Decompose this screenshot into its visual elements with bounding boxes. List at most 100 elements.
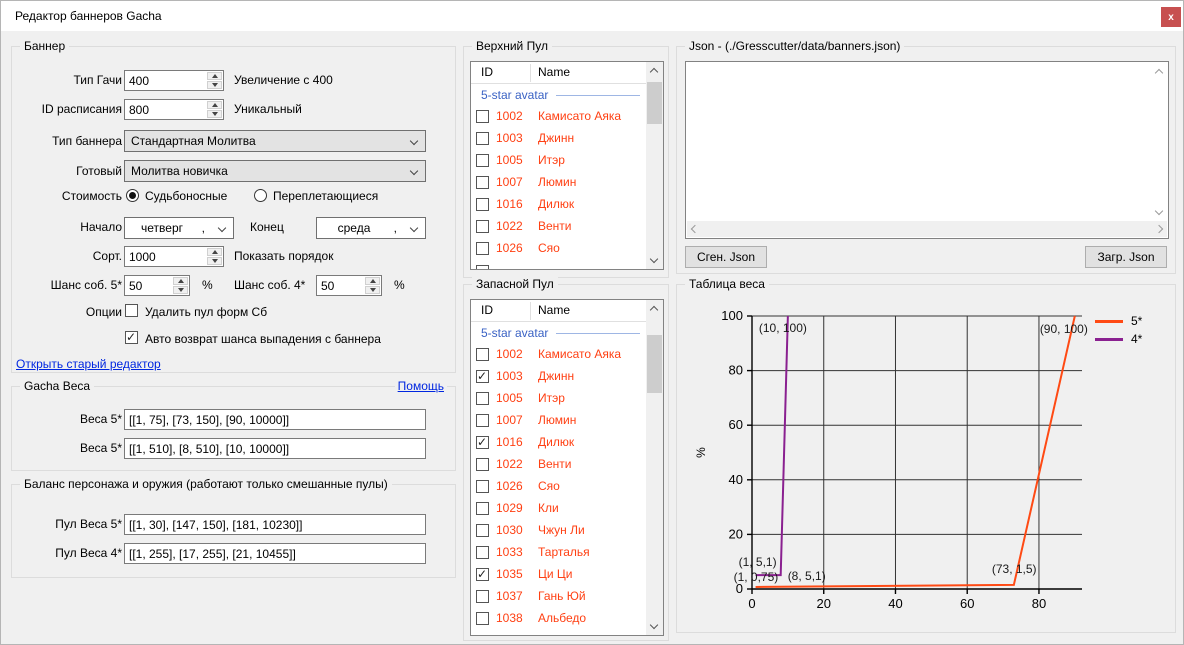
remove-pool-checkbox[interactable] bbox=[125, 304, 138, 317]
scroll-down-icon[interactable] bbox=[1155, 207, 1163, 215]
spinner-buttons[interactable] bbox=[207, 72, 222, 89]
banner-type-select[interactable]: Стандартная Молитва bbox=[124, 130, 426, 152]
list-item[interactable]: 1003 Джинн bbox=[471, 128, 646, 150]
event-chance5-unit: % bbox=[202, 278, 213, 292]
list-item-partial[interactable] bbox=[476, 265, 489, 270]
list-item[interactable]: 1016 Дилюк bbox=[471, 432, 646, 454]
load-json-button[interactable]: Загр. Json bbox=[1085, 246, 1167, 268]
preset-select[interactable]: Молитва новичка bbox=[124, 160, 426, 182]
item-checkbox[interactable] bbox=[476, 370, 489, 383]
generate-json-button[interactable]: Сген. Json bbox=[685, 246, 767, 268]
list-item[interactable]: 1038 Альбедо bbox=[471, 608, 646, 630]
item-checkbox[interactable] bbox=[476, 176, 489, 189]
spin-up-icon[interactable] bbox=[207, 72, 222, 80]
spin-down-icon[interactable] bbox=[207, 81, 222, 89]
cost-radio-intertwined[interactable] bbox=[254, 189, 267, 202]
start-day-select[interactable]: четверг , bbox=[124, 217, 234, 239]
list-item[interactable]: 1003 Джинн bbox=[471, 366, 646, 388]
spin-up-icon[interactable] bbox=[173, 277, 188, 285]
list-item[interactable]: 1007 Люмин bbox=[471, 172, 646, 194]
event-chance5-input[interactable]: 50 bbox=[124, 275, 190, 296]
item-checkbox[interactable] bbox=[476, 436, 489, 449]
list-item[interactable]: 1026 Сяо bbox=[471, 238, 646, 260]
item-checkbox[interactable] bbox=[476, 198, 489, 211]
spin-up-icon[interactable] bbox=[365, 277, 380, 285]
item-checkbox[interactable] bbox=[476, 348, 489, 361]
spin-down-icon[interactable] bbox=[173, 286, 188, 294]
list-item[interactable]: 1029 Кли bbox=[471, 498, 646, 520]
end-day-select[interactable]: среда , bbox=[316, 217, 426, 239]
list-item[interactable]: 1022 Венти bbox=[471, 454, 646, 476]
scroll-up-icon[interactable] bbox=[646, 300, 663, 317]
list-item[interactable]: 1005 Итэр bbox=[471, 150, 646, 172]
item-name: Венти bbox=[538, 457, 572, 471]
pool-weights4-input[interactable]: [[1, 255], [17, 255], [21, 10455]] bbox=[124, 543, 426, 564]
item-checkbox[interactable] bbox=[476, 110, 489, 123]
gacha-type-input[interactable]: 400 bbox=[124, 70, 224, 91]
schedule-id-input[interactable]: 800 bbox=[124, 99, 224, 120]
list-item[interactable]: 1002 Камисато Аяка bbox=[471, 106, 646, 128]
spinner-buttons[interactable] bbox=[207, 248, 222, 265]
upper-pool-scrollbar[interactable] bbox=[646, 62, 663, 269]
spin-down-icon[interactable] bbox=[365, 286, 380, 294]
item-checkbox[interactable] bbox=[476, 242, 489, 255]
auto-return-checkbox[interactable] bbox=[125, 331, 138, 344]
list-item[interactable]: 1026 Сяо bbox=[471, 476, 646, 498]
item-checkbox[interactable] bbox=[476, 546, 489, 559]
list-item[interactable]: 1016 Дилюк bbox=[471, 194, 646, 216]
spin-up-icon[interactable] bbox=[207, 101, 222, 109]
item-checkbox[interactable] bbox=[476, 458, 489, 471]
item-checkbox[interactable] bbox=[476, 612, 489, 625]
cost-radio-fate[interactable] bbox=[126, 189, 139, 202]
upper-pool-list[interactable]: ID Name 5-star avatar 1002 Камисато Аяка… bbox=[470, 61, 664, 270]
item-checkbox[interactable] bbox=[476, 414, 489, 427]
scroll-down-icon[interactable] bbox=[646, 252, 663, 269]
spinner-buttons[interactable] bbox=[207, 101, 222, 118]
item-checkbox[interactable] bbox=[476, 220, 489, 233]
old-editor-link[interactable]: Открыть старый редактор bbox=[16, 357, 161, 371]
list-item[interactable]: 1005 Итэр bbox=[471, 388, 646, 410]
list-item[interactable]: 1037 Гань Юй bbox=[471, 586, 646, 608]
list-item[interactable]: 1002 Камисато Аяка bbox=[471, 344, 646, 366]
list-item[interactable]: 1033 Тарталья bbox=[471, 542, 646, 564]
item-checkbox[interactable] bbox=[476, 154, 489, 167]
list-header[interactable]: ID Name bbox=[471, 300, 646, 322]
spinner-buttons[interactable] bbox=[365, 277, 380, 294]
item-checkbox[interactable] bbox=[476, 480, 489, 493]
scroll-down-icon[interactable] bbox=[646, 618, 663, 635]
scroll-up-icon[interactable] bbox=[1155, 69, 1163, 77]
list-item[interactable]: 1007 Люмин bbox=[471, 410, 646, 432]
item-checkbox[interactable] bbox=[476, 392, 489, 405]
json-textarea[interactable] bbox=[685, 61, 1169, 239]
scroll-left-icon[interactable] bbox=[691, 225, 699, 233]
list-item[interactable]: 1035 Ци Ци bbox=[471, 564, 646, 586]
help-link[interactable]: Помощь bbox=[395, 379, 447, 393]
item-checkbox[interactable] bbox=[476, 590, 489, 603]
list-item[interactable]: 1022 Венти bbox=[471, 216, 646, 238]
spin-up-icon[interactable] bbox=[207, 248, 222, 256]
list-header[interactable]: ID Name bbox=[471, 62, 646, 84]
scroll-thumb[interactable] bbox=[647, 82, 662, 124]
svg-text:(1, 0,75): (1, 0,75) bbox=[734, 570, 779, 584]
close-button[interactable]: x bbox=[1161, 7, 1181, 27]
sort-input[interactable]: 1000 bbox=[124, 246, 224, 267]
item-checkbox[interactable] bbox=[476, 524, 489, 537]
spin-down-icon[interactable] bbox=[207, 110, 222, 118]
scroll-right-icon[interactable] bbox=[1155, 225, 1163, 233]
scroll-thumb[interactable] bbox=[647, 335, 662, 393]
horizontal-scrollbar[interactable] bbox=[687, 221, 1167, 237]
scroll-up-icon[interactable] bbox=[646, 62, 663, 79]
list-item[interactable]: 1030 Чжун Ли bbox=[471, 520, 646, 542]
reserve-pool-list[interactable]: ID Name 5-star avatar 1002 Камисато Аяка… bbox=[470, 299, 664, 636]
event-chance4-input[interactable]: 50 bbox=[316, 275, 382, 296]
pool-weights5-input[interactable]: [[1, 30], [147, 150], [181, 10230]] bbox=[124, 514, 426, 535]
spin-down-icon[interactable] bbox=[207, 257, 222, 265]
reserve-pool-scrollbar[interactable] bbox=[646, 300, 663, 635]
banner-groupbox-title: Баннер bbox=[20, 39, 69, 53]
item-checkbox[interactable] bbox=[476, 132, 489, 145]
item-checkbox[interactable] bbox=[476, 568, 489, 581]
spinner-buttons[interactable] bbox=[173, 277, 188, 294]
weights5-row2-input[interactable]: [[1, 510], [8, 510], [10, 10000]] bbox=[124, 438, 426, 459]
weights5-row1-input[interactable]: [[1, 75], [73, 150], [90, 10000]] bbox=[124, 409, 426, 430]
item-checkbox[interactable] bbox=[476, 502, 489, 515]
